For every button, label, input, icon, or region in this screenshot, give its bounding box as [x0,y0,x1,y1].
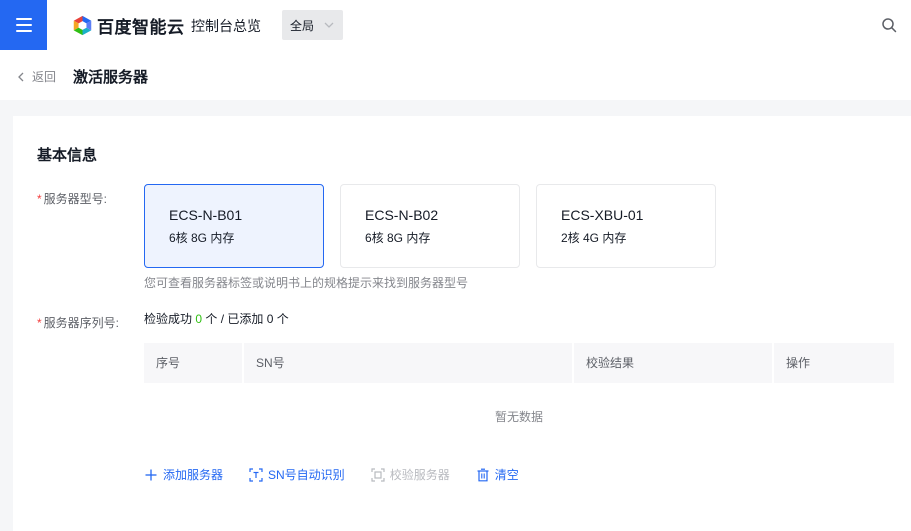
chevron-left-icon [18,72,24,81]
serial-number-label: * 服务器序列号: [37,314,119,331]
add-server-label: 添加服务器 [163,468,224,482]
model-spec: 6核 8G 内存 [169,231,235,245]
page-header: 返回 激活服务器 [0,50,911,100]
table-actions: 添加服务器 SN号自动识别 校验服务器 清空 [144,466,545,483]
section-title: 基本信息 [37,147,98,164]
logo-text: 百度智能云 [97,18,185,37]
back-button[interactable]: 返回 [16,68,56,85]
required-mark: * [37,192,42,206]
clear-button[interactable]: 清空 [476,466,519,483]
back-label: 返回 [32,70,57,84]
region-select-value: 全局 [290,18,315,33]
model-name: ECS-N-B01 [169,207,243,223]
column-header-sn: SN号 [244,343,574,383]
baidu-cloud-logo-icon [73,15,92,36]
hamburger-icon [15,18,32,32]
verify-suffix: 个 [273,312,289,326]
model-name: ECS-XBU-01 [561,207,644,223]
model-spec: 6核 8G 内存 [365,231,431,245]
scan-text-icon [249,467,263,482]
form-card: 基本信息 * 服务器型号: ECS-N-B01 6核 8G 内存 ECS-N-B0… [13,116,911,531]
serial-number-label-text: 服务器序列号: [43,316,120,330]
verify-server-label: 校验服务器 [389,468,450,482]
model-name: ECS-N-B02 [365,207,439,223]
column-header-result: 校验结果 [574,343,774,383]
column-header-actions: 操作 [786,356,811,370]
region-select[interactable]: 全局 [282,10,343,40]
model-card-ecs-n-b02[interactable]: ECS-N-B02 6核 8G 内存 [340,184,520,268]
server-model-label: * 服务器型号: [37,190,107,207]
table-header: 序号 SN号 校验结果 操作 [144,343,894,383]
verify-server-button[interactable]: 校验服务器 [371,466,450,483]
trash-icon [477,468,489,481]
model-card-ecs-xbu-01[interactable]: ECS-XBU-01 2核 4G 内存 [536,184,716,268]
top-bar: 百度智能云 控制台总览 全局 [0,0,911,50]
sn-auto-recognize-label: SN号自动识别 [268,468,345,482]
logo[interactable]: 百度智能云 [72,13,185,38]
column-header-index: 序号 [144,343,244,383]
scan-verify-icon [371,467,385,482]
console-overview-link[interactable]: 控制台总览 [191,16,261,36]
verify-prefix: 检验成功 [144,312,196,326]
model-spec: 2核 4G 内存 [561,231,627,245]
required-mark: * [37,316,42,330]
search-icon[interactable] [881,17,897,33]
verify-status: 检验成功 0 个 / 已添加 0 个 [144,310,289,327]
chevron-down-icon [324,22,334,28]
model-hint: 您可查看服务器标签或说明书上的规格提示来找到服务器型号 [144,276,469,290]
verify-middle: 个 / 已添加 [202,312,267,326]
model-card-ecs-n-b01[interactable]: ECS-N-B01 6核 8G 内存 [144,184,324,268]
plus-icon [145,469,157,480]
clear-label: 清空 [494,468,519,482]
serial-table: 序号 SN号 校验结果 操作 暂无数据 [144,343,894,450]
add-server-button[interactable]: 添加服务器 [144,466,223,483]
table-empty-text: 暂无数据 [494,410,543,424]
sn-auto-recognize-button[interactable]: SN号自动识别 [249,466,345,483]
server-model-label-text: 服务器型号: [43,192,108,206]
menu-button[interactable] [0,0,47,50]
page-title: 激活服务器 [73,69,149,86]
